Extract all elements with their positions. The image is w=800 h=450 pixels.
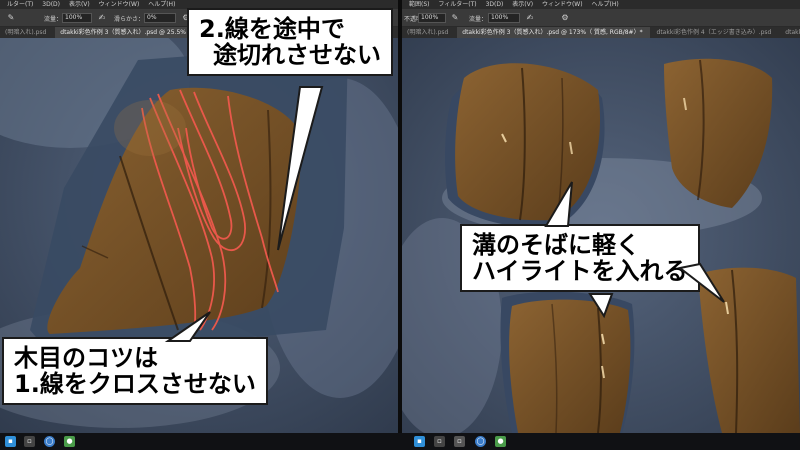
app-icon-5[interactable]: ▫	[454, 436, 465, 447]
callout-top-line-2: 途切れさせない	[213, 41, 381, 69]
callout-top: 2.線を途中で 途切れさせない	[187, 8, 393, 76]
menu-item-view[interactable]: 表示(V)	[69, 1, 90, 8]
menu-item-filter[interactable]: フィルター(T)	[438, 1, 476, 8]
options-bar: 不透明度： 100% ✎ 流量： 100% ✍ ⚙	[402, 9, 800, 27]
app-icon-1[interactable]: ▪	[5, 436, 16, 447]
menu-item-select[interactable]: 範囲(S)	[409, 1, 430, 8]
menu-item-window[interactable]: ウィンドウ(W)	[99, 1, 140, 8]
wood-window-1	[455, 63, 601, 221]
document-tab[interactable]: (明暗入れ).psd	[402, 27, 455, 38]
wood-window-3	[509, 299, 631, 433]
app-icon-3[interactable]: ◯	[475, 436, 486, 447]
flow-label: 流量：	[44, 16, 63, 23]
callout-right-line-2: ハイライトを入れる	[472, 257, 688, 285]
brush-settings-icon[interactable]: ✎	[6, 13, 16, 23]
menu-item-help[interactable]: ヘルプ(H)	[148, 1, 175, 8]
menu-bar: 範囲(S) フィルター(T) 3D(D) 表示(V) ウィンドウ(W) ヘルプ(…	[402, 0, 800, 9]
smoothing-field[interactable]: 0%	[144, 13, 176, 23]
app-icon-1[interactable]: ▪	[414, 436, 425, 447]
callout-bottom: 木目のコツは 1.線をクロスさせない	[2, 337, 268, 405]
document-tab[interactable]: (明暗入れ).psd	[0, 27, 53, 38]
taskbar: ▪ ▫ ◯ ● ▪ ▫ ▫ ◯ ●	[0, 433, 800, 450]
airbrush-icon[interactable]: ✍	[97, 13, 107, 23]
smoothing-label: 滑らかさ：	[114, 16, 145, 23]
opacity-field[interactable]: 100%	[418, 13, 446, 23]
flow-field[interactable]: 100%	[62, 13, 92, 23]
left-photoshop-window: ルター(T) 3D(D) 表示(V) ウィンドウ(W) ヘルプ(H) ✎ 流量：…	[0, 0, 398, 433]
callout-right-line-1: 溝のそばに軽く	[472, 231, 640, 259]
menu-item-view[interactable]: 表示(V)	[512, 1, 533, 8]
menu-item-window[interactable]: ウィンドウ(W)	[542, 1, 583, 8]
callout-top-line-1: 2.線を途中で	[199, 15, 345, 43]
menu-item-help[interactable]: ヘルプ(H)	[592, 1, 619, 8]
document-tab[interactable]: dtakki彩色作例 5（ディテール書き込み）	[780, 27, 800, 38]
pressure-opacity-icon[interactable]: ✎	[450, 13, 460, 23]
flow-label: 流量：	[469, 16, 488, 23]
document-tab[interactable]: dtakki彩色作例 4（エッジ書き込み）.psd	[652, 27, 779, 38]
callout-right: 溝のそばに軽く ハイライトを入れる	[460, 224, 700, 292]
app-icon-2[interactable]: ▫	[24, 436, 35, 447]
callout-bottom-line-1: 木目のコツは	[14, 344, 158, 372]
menu-item-3d[interactable]: 3D(D)	[42, 1, 60, 8]
app-icon-3[interactable]: ◯	[44, 436, 55, 447]
document-tab-active[interactable]: dtakki彩色作例 3（質感入れ）.psd @ 173%（ 質感, RGB/8…	[457, 27, 650, 38]
menu-item-filter[interactable]: ルター(T)	[7, 1, 33, 8]
app-icon-4[interactable]: ●	[495, 436, 506, 447]
right-photoshop-window: 範囲(S) フィルター(T) 3D(D) 表示(V) ウィンドウ(W) ヘルプ(…	[402, 0, 800, 433]
flow-field[interactable]: 100%	[488, 13, 520, 23]
document-tab-bar: (明暗入れ).psd dtakki彩色作例 3（質感入れ）.psd @ 173%…	[402, 27, 800, 38]
gear-icon[interactable]: ⚙	[560, 13, 570, 23]
app-icon-2[interactable]: ▫	[434, 436, 445, 447]
app-icon-4[interactable]: ●	[64, 436, 75, 447]
airbrush-icon[interactable]: ✍	[525, 13, 535, 23]
callout-bottom-line-2: 1.線をクロスさせない	[14, 370, 256, 398]
menu-item-3d[interactable]: 3D(D)	[486, 1, 504, 8]
